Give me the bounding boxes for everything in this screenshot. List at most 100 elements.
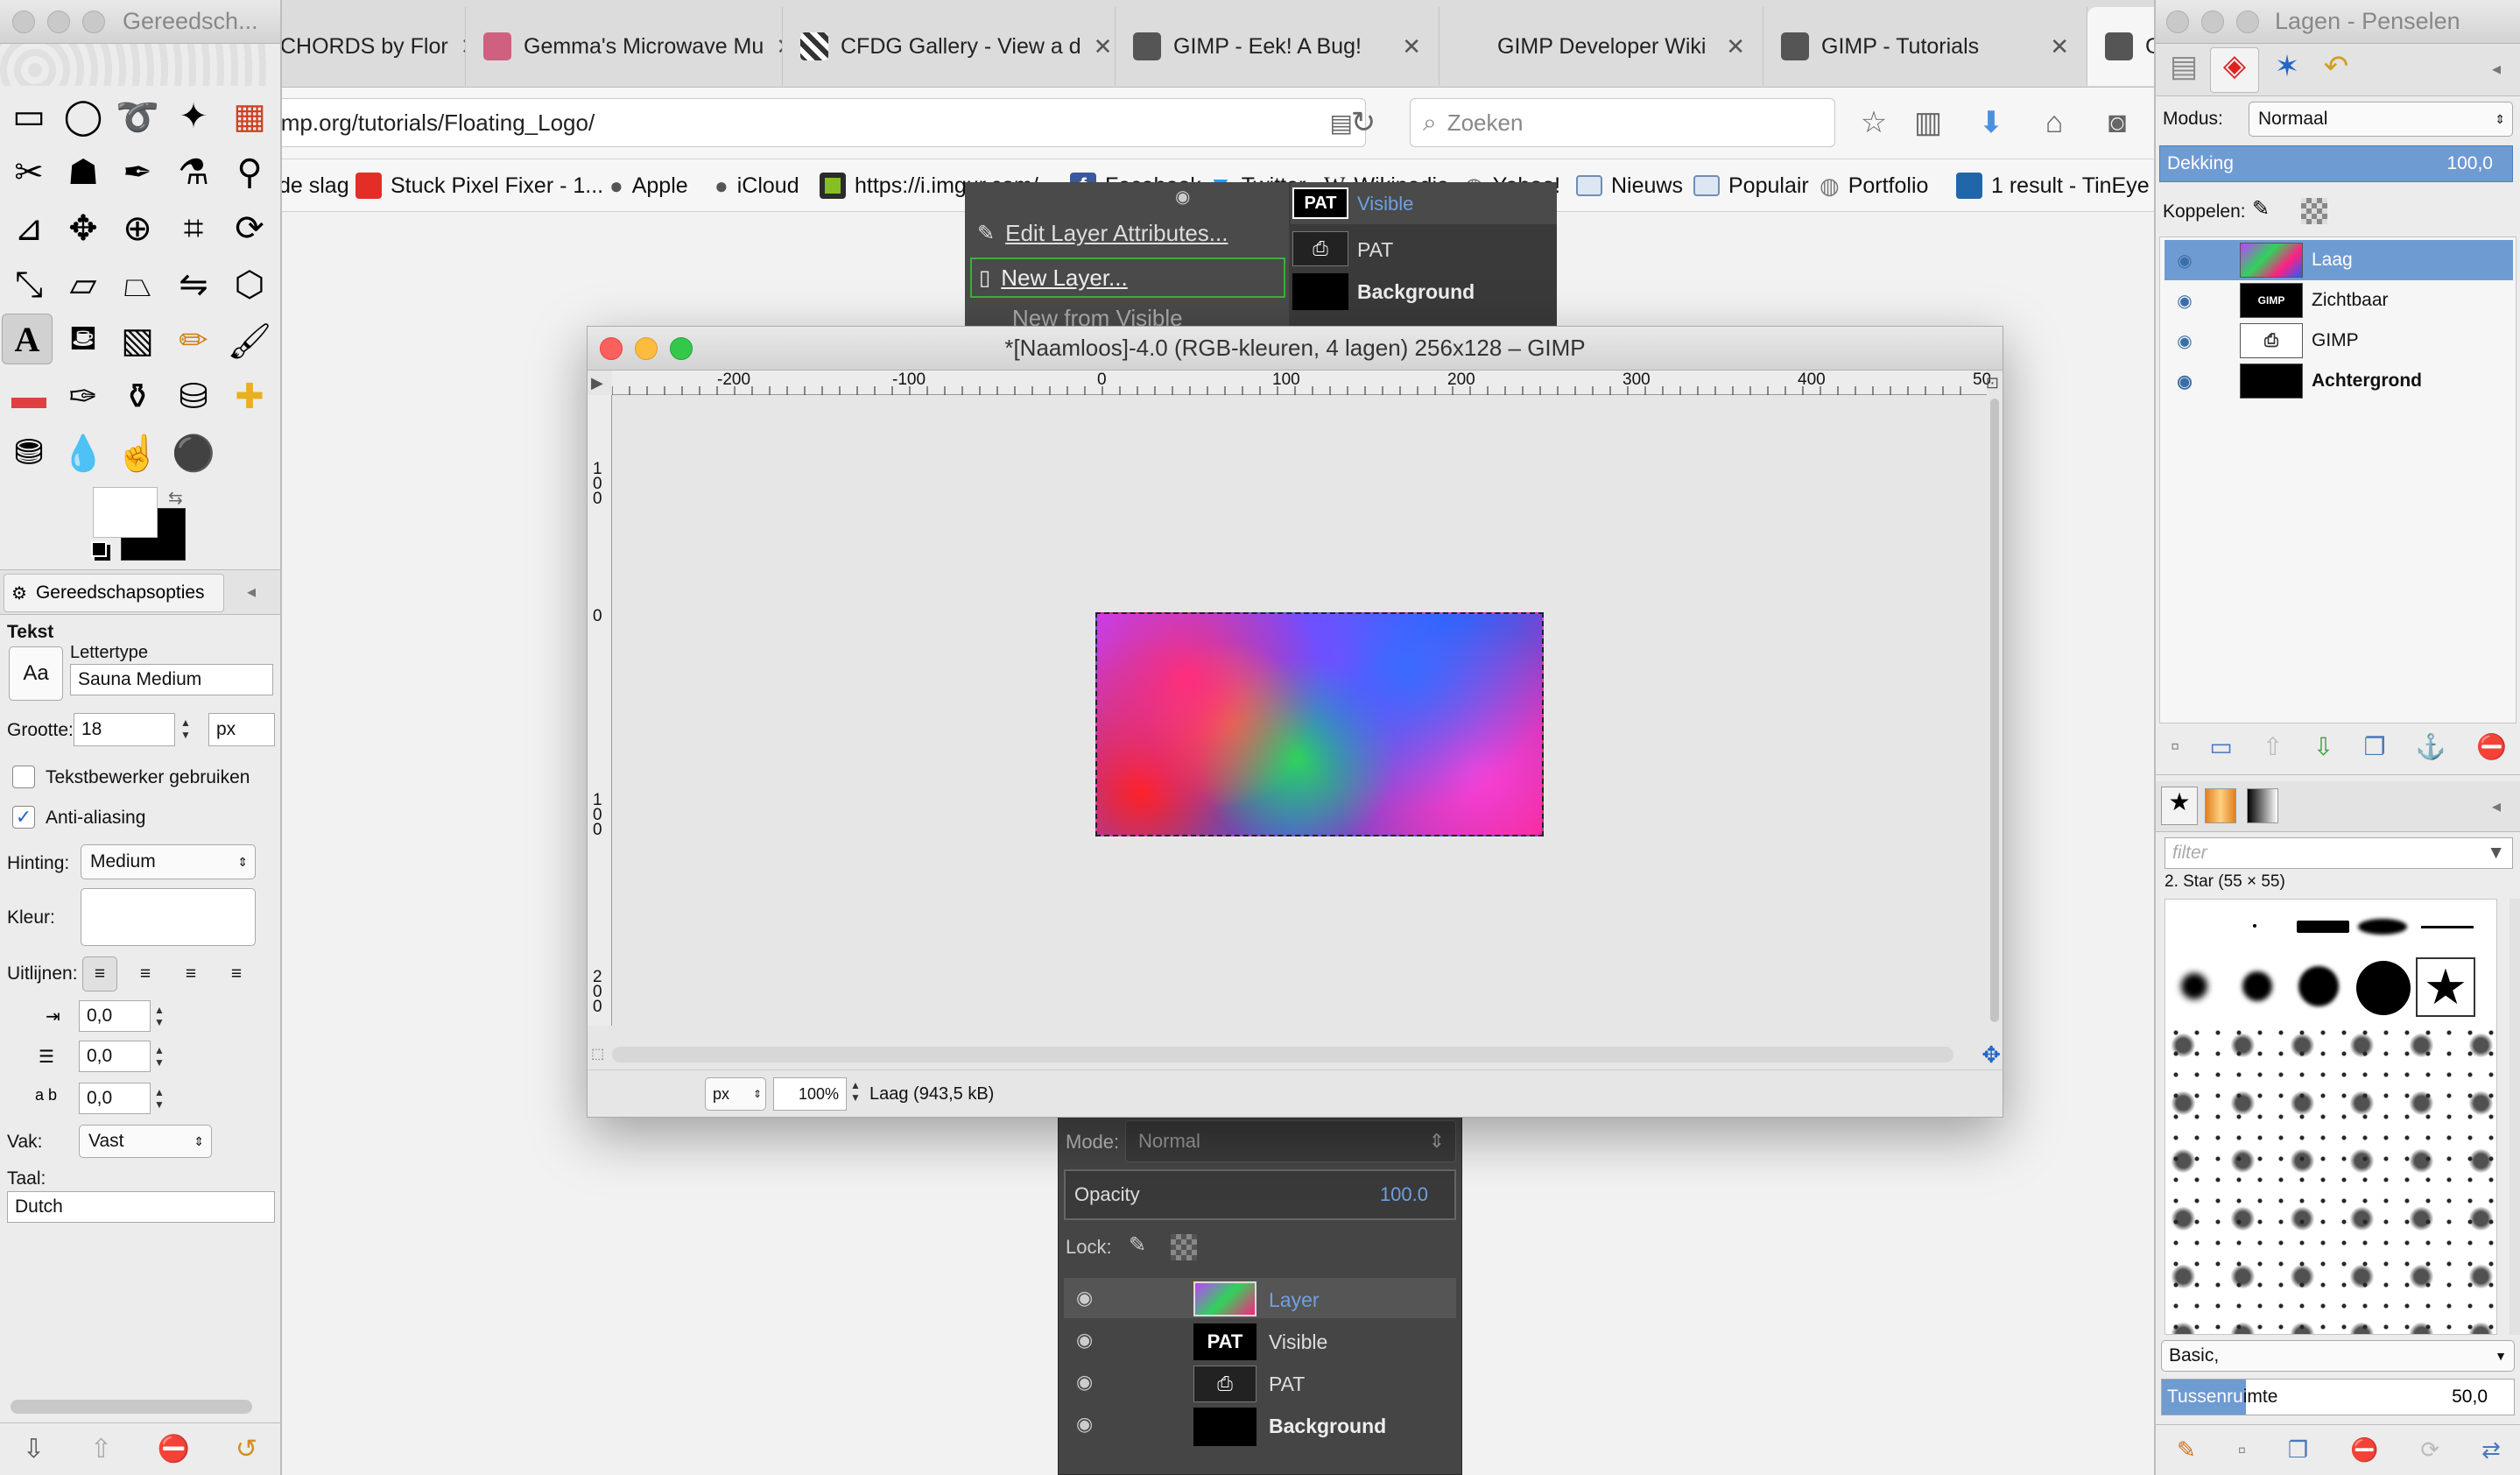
- open-brush-icon[interactable]: ⇄: [2481, 1436, 2501, 1464]
- bookmark-star-icon[interactable]: ☆: [1855, 103, 1893, 142]
- menu-item-new-layer[interactable]: ▯ New Layer...: [970, 258, 1285, 298]
- tab-chords[interactable]: CHORDS by Flor✕: [263, 7, 466, 86]
- rect-select-icon[interactable]: ▭: [4, 91, 54, 142]
- zoom-window-icon[interactable]: [2236, 11, 2259, 33]
- brush-item[interactable]: [2421, 926, 2474, 928]
- layer-row-laag[interactable]: ◉ Laag: [2165, 240, 2513, 280]
- paths-icon[interactable]: ✒: [112, 147, 163, 198]
- duplicate-brush-icon[interactable]: ❐: [2288, 1436, 2308, 1464]
- brush-filter-input[interactable]: filter ▼: [2165, 837, 2513, 869]
- bookmark-item[interactable]: ● Apple: [609, 168, 688, 203]
- tab-gimp-wiki[interactable]: GIMP Developer Wiki ✕: [1439, 7, 1763, 86]
- scissors-icon[interactable]: ✂: [4, 147, 54, 198]
- new-brush-icon[interactable]: ▫: [2238, 1436, 2246, 1464]
- heal-icon[interactable]: ✚: [224, 371, 275, 422]
- vertical-scrollbar[interactable]: [1987, 395, 2003, 1026]
- color-picker-icon[interactable]: ⚗: [168, 147, 219, 198]
- scrollbar-thumb[interactable]: [1990, 399, 1999, 1022]
- opacity-slider[interactable]: Opacity 100.0: [1064, 1169, 1456, 1220]
- search-field[interactable]: ⌕ Zoeken: [1410, 98, 1835, 147]
- chevron-down-icon[interactable]: ▼: [2487, 843, 2505, 864]
- delete-options-icon[interactable]: ⛔: [158, 1434, 190, 1464]
- letter-spacing-input[interactable]: 0,0: [79, 1083, 151, 1114]
- zoom-input[interactable]: 100%: [773, 1077, 847, 1111]
- brush-item[interactable]: [2356, 961, 2411, 1015]
- brush-item[interactable]: [2181, 973, 2207, 999]
- paths-tab-icon[interactable]: ✶: [2264, 49, 2310, 91]
- anchor-layer-icon[interactable]: ⚓: [2416, 732, 2446, 761]
- restore-options-icon[interactable]: ⇧: [90, 1434, 112, 1464]
- blur-icon[interactable]: 💧: [58, 427, 109, 478]
- refresh-brushes-icon[interactable]: ⟳: [2420, 1436, 2439, 1464]
- gradients-tab-icon[interactable]: [2247, 788, 2278, 823]
- perspective-clone-icon[interactable]: ⛃: [4, 427, 54, 478]
- lower-layer-icon[interactable]: ⇩: [2313, 732, 2333, 761]
- minimize-window-icon[interactable]: [2201, 11, 2224, 33]
- scale-icon[interactable]: ⤡: [4, 259, 54, 310]
- language-input[interactable]: Dutch: [7, 1191, 275, 1223]
- ellipse-select-icon[interactable]: ◯: [58, 91, 109, 142]
- cage-transform-icon[interactable]: ⬡: [224, 259, 275, 310]
- lock-paint-icon[interactable]: ✎: [1129, 1232, 1146, 1258]
- brush-item[interactable]: [2297, 921, 2349, 933]
- close-tab-icon[interactable]: ✕: [1094, 33, 1113, 60]
- brush-set-select[interactable]: Basic, ▼: [2161, 1340, 2515, 1372]
- eraser-icon[interactable]: ▬: [4, 371, 54, 422]
- size-unit-select[interactable]: px: [208, 713, 275, 746]
- gradient-icon[interactable]: ▧: [112, 315, 163, 366]
- lock-paint-icon[interactable]: ✎: [2252, 196, 2270, 222]
- fuzzy-select-icon[interactable]: ✦: [168, 91, 219, 142]
- brush-scrollbar[interactable]: [2509, 899, 2520, 1335]
- ink-icon[interactable]: ⚱: [112, 371, 163, 422]
- download-icon[interactable]: ⬇: [1972, 103, 2010, 142]
- quick-mask-icon[interactable]: ⬚: [591, 1045, 604, 1062]
- perspective-icon[interactable]: ⏢: [112, 259, 163, 310]
- bookmark-item[interactable]: Stuck Pixel Fixer - 1...: [355, 168, 603, 203]
- eye-icon[interactable]: ◉: [2165, 290, 2205, 312]
- swap-colors-icon[interactable]: ⇆: [168, 487, 183, 509]
- menu-item-edit-attrs[interactable]: ✎ Edit Layer Attributes...: [977, 215, 1228, 251]
- new-layer-icon[interactable]: ▫: [2171, 732, 2179, 760]
- size-input[interactable]: 18: [74, 713, 175, 746]
- horizontal-scrollbar[interactable]: [612, 1047, 1953, 1062]
- tool-options-tab[interactable]: ⚙ Gereedschapsopties: [4, 574, 224, 612]
- brush-grid[interactable]: ★: [2165, 899, 2497, 1335]
- brush-item[interactable]: [2358, 919, 2407, 935]
- url-field[interactable]: imp.org/tutorials/Floating_Logo/ ▤: [263, 98, 1366, 147]
- mode-select[interactable]: Normal ⇕: [1125, 1120, 1456, 1162]
- edit-brush-icon[interactable]: ✎: [2177, 1436, 2196, 1464]
- minimize-window-icon[interactable]: [635, 337, 658, 360]
- mode-select[interactable]: Normaal ⇕: [2249, 102, 2513, 137]
- tab-cfdg[interactable]: CFDG Gallery - View a d ✕: [783, 7, 1116, 86]
- close-tab-icon[interactable]: ✕: [776, 33, 782, 60]
- close-window-icon[interactable]: [600, 337, 623, 360]
- opacity-slider[interactable]: Dekking 100,0: [2159, 145, 2513, 182]
- default-colors-icon[interactable]: [91, 541, 107, 557]
- shear-icon[interactable]: ▱: [58, 259, 109, 310]
- eye-icon[interactable]: ◉: [1076, 1287, 1093, 1309]
- smudge-icon[interactable]: ☝: [112, 427, 163, 478]
- lock-alpha-icon[interactable]: [2301, 198, 2327, 224]
- library-icon[interactable]: ▥: [1909, 103, 1947, 142]
- indent-input[interactable]: 0,0: [79, 1000, 151, 1032]
- save-options-icon[interactable]: ⇩: [23, 1434, 45, 1464]
- layer-row-achtergrond[interactable]: ◉ Achtergrond: [2165, 361, 2513, 401]
- channels-tab-icon[interactable]: ▤: [2161, 49, 2207, 91]
- reset-options-icon[interactable]: ↺: [236, 1434, 257, 1464]
- font-input[interactable]: Sauna Medium: [70, 664, 273, 695]
- eye-icon[interactable]: ◉: [2165, 330, 2205, 352]
- airbrush-icon[interactable]: ✑: [58, 371, 109, 422]
- zoom-window-icon[interactable]: [670, 337, 693, 360]
- zoom-window-icon[interactable]: [82, 11, 105, 33]
- brushes-tab-icon[interactable]: ★: [2161, 787, 2198, 825]
- reload-icon[interactable]: ↻: [1344, 103, 1383, 142]
- eye-icon[interactable]: ◉: [1076, 1413, 1093, 1436]
- foreground-select-icon[interactable]: ☗: [58, 147, 109, 198]
- move-icon[interactable]: ✥: [58, 203, 109, 254]
- bucket-fill-icon[interactable]: ⛾: [58, 315, 109, 366]
- use-editor-checkbox[interactable]: ✓: [12, 766, 35, 788]
- image-layer-canvas[interactable]: [1095, 612, 1544, 836]
- eye-icon[interactable]: ◉: [1076, 1371, 1093, 1394]
- eye-icon[interactable]: ◉: [1076, 1329, 1093, 1351]
- text-color-button[interactable]: [81, 888, 256, 946]
